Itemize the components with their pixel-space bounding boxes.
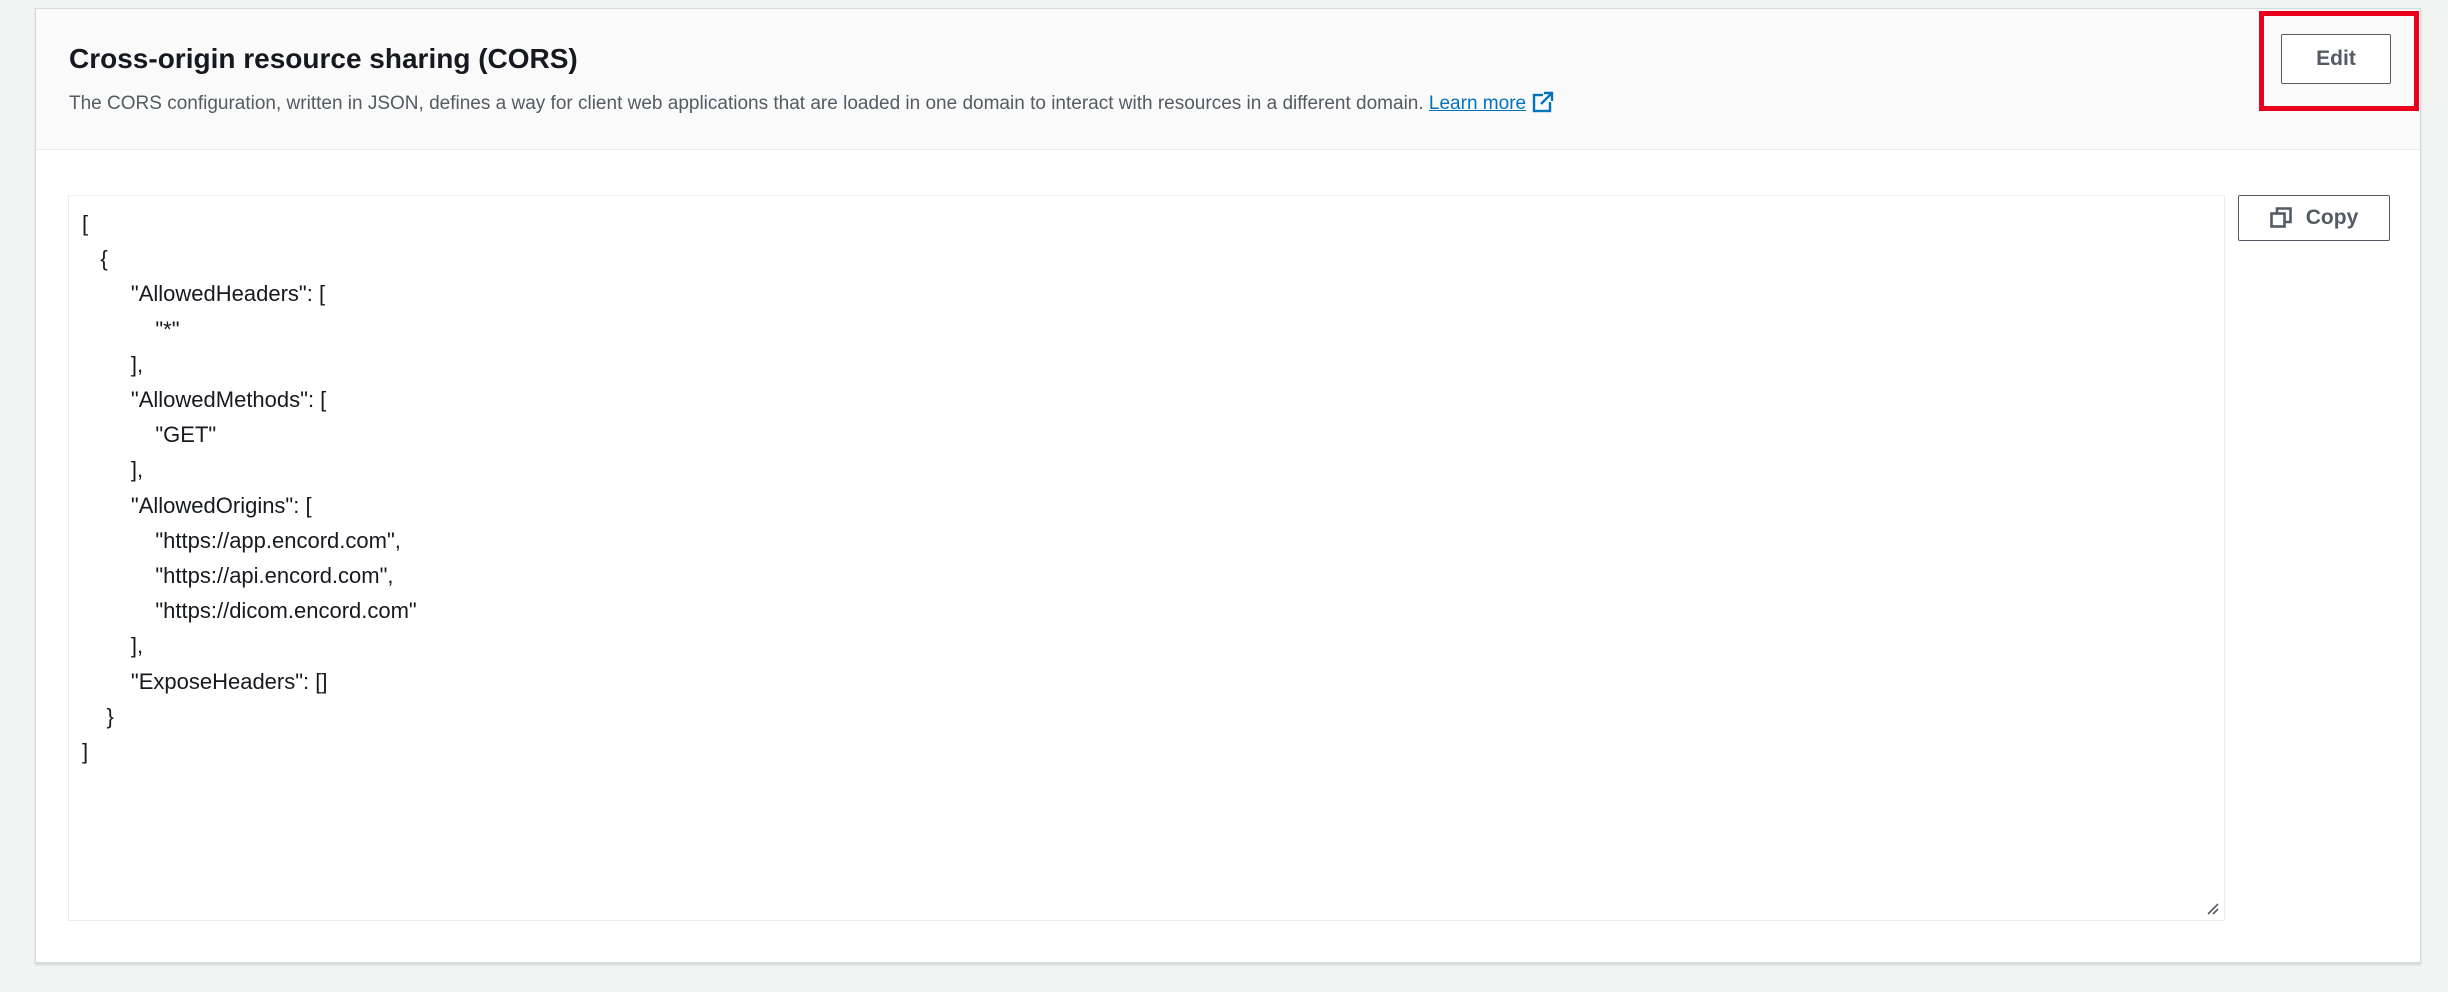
- copy-button[interactable]: Copy: [2238, 195, 2390, 241]
- learn-more-link[interactable]: Learn more: [1428, 91, 1554, 114]
- cors-panel: Cross-origin resource sharing (CORS) The…: [35, 8, 2421, 963]
- edit-button[interactable]: Edit: [2281, 34, 2391, 84]
- resize-handle-icon[interactable]: [2204, 900, 2220, 916]
- cors-json-editor[interactable]: [ { "AllowedHeaders": [ "*" ], "AllowedM…: [68, 195, 2225, 921]
- edit-button-label: Edit: [2316, 47, 2356, 70]
- external-link-icon: [1532, 91, 1554, 113]
- panel-description: The CORS configuration, written in JSON,…: [69, 91, 1554, 117]
- description-text: The CORS configuration, written in JSON,…: [69, 93, 1424, 114]
- copy-icon: [2269, 207, 2292, 228]
- panel-header: Cross-origin resource sharing (CORS) The…: [36, 9, 2420, 150]
- learn-more-label: Learn more: [1428, 93, 1527, 114]
- copy-button-label: Copy: [2305, 206, 2359, 229]
- panel-title: Cross-origin resource sharing (CORS): [69, 43, 578, 74]
- cors-json-content: [ { "AllowedHeaders": [ "*" ], "AllowedM…: [82, 211, 417, 765]
